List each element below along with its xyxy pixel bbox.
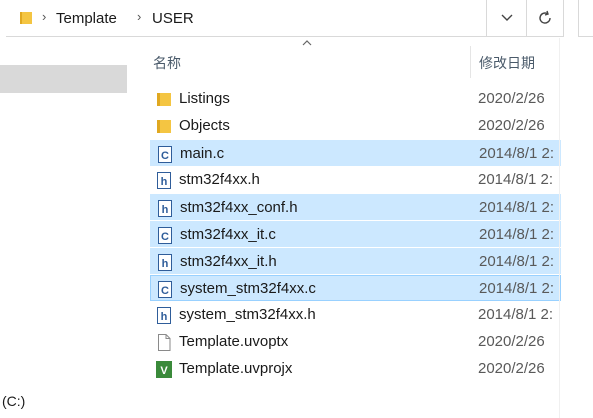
h-file-icon: h: [157, 254, 173, 271]
svg-text:h: h: [161, 311, 168, 323]
search-box[interactable]: [578, 0, 593, 37]
file-row[interactable]: h system_stm32f4xx.h 2014/8/1 2:: [150, 302, 561, 328]
file-name: system_stm32f4xx.c: [180, 280, 316, 297]
column-divider[interactable]: [470, 46, 471, 78]
file-name: stm32f4xx.h: [179, 171, 260, 188]
file-row[interactable]: Cstm32f4xx_it.c 2014/8/1 2:: [150, 221, 561, 247]
file-date: 2020/2/26: [478, 333, 545, 350]
chevron-right-icon[interactable]: ›: [42, 9, 46, 24]
breadcrumb-item-template[interactable]: Template: [56, 10, 117, 27]
c-file-icon: C: [157, 146, 173, 163]
file-row[interactable]: V Template.uvprojx 2020/2/26: [150, 356, 561, 382]
svg-text:h: h: [162, 204, 169, 216]
file-date: 2014/8/1 2:: [478, 306, 554, 323]
h-file-icon: h: [157, 200, 173, 217]
file-name: system_stm32f4xx.h: [179, 306, 316, 323]
column-header-name[interactable]: 名称: [153, 53, 181, 73]
file-name: main.c: [180, 145, 225, 162]
file-date: 2014/8/1 2:: [479, 226, 555, 243]
file-name: Objects: [179, 117, 230, 134]
file-name: Listings: [179, 90, 230, 107]
file-date: 2014/8/1 2:: [479, 253, 555, 270]
c-file-icon: C: [157, 281, 173, 298]
c-file-icon: C: [157, 227, 173, 244]
file-row[interactable]: Cmain.c 2014/8/1 2:: [150, 140, 561, 166]
address-bar: › Template › USER: [0, 0, 593, 38]
file-name: stm32f4xx_it.h: [180, 253, 277, 270]
file-date: 2020/2/26: [478, 360, 545, 377]
nav-item-drive-c[interactable]: (C:): [2, 393, 25, 409]
navigation-pane: (C:): [0, 38, 130, 418]
file-date: 2020/2/26: [478, 90, 545, 107]
file-name: stm32f4xx_it.c: [180, 226, 276, 243]
svg-text:C: C: [161, 231, 169, 243]
refresh-icon: [539, 10, 551, 24]
refresh-button[interactable]: [527, 0, 564, 37]
file-row[interactable]: Objects 2020/2/26: [150, 113, 561, 139]
file-date: 2014/8/1 2:: [479, 280, 555, 297]
file-date: 2014/8/1 2:: [479, 199, 555, 216]
file-row[interactable]: Csystem_stm32f4xx.c 2014/8/1 2:: [150, 275, 561, 301]
file-date: 2014/8/1 2:: [478, 171, 554, 188]
file-list: 名称 修改日期 Listings 2020/2/26 Objects 2020/2/2…: [130, 38, 593, 418]
pane-divider: [559, 38, 560, 418]
svg-text:h: h: [162, 258, 169, 270]
address-dropdown-button[interactable]: [487, 0, 527, 37]
sort-ascending-icon: [302, 40, 312, 46]
chevron-right-icon[interactable]: ›: [137, 9, 141, 24]
file-date: 2014/8/1 2:: [479, 145, 555, 162]
folder-icon: [156, 91, 172, 108]
file-row[interactable]: h stm32f4xx_it.h 2014/8/1 2:: [150, 248, 561, 274]
folder-icon: [20, 12, 32, 24]
breadcrumb[interactable]: › Template › USER: [6, 0, 487, 37]
breadcrumb-item-user[interactable]: USER: [152, 10, 194, 27]
nav-item-selected[interactable]: [0, 65, 127, 93]
svg-text:C: C: [161, 285, 169, 297]
file-row[interactable]: Listings 2020/2/26: [150, 86, 561, 112]
svg-text:C: C: [161, 150, 169, 162]
h-file-icon: h: [156, 307, 172, 324]
file-date: 2020/2/26: [478, 117, 545, 134]
column-header-modified[interactable]: 修改日期: [479, 53, 535, 73]
file-name: Template.uvoptx: [179, 333, 289, 350]
svg-text:h: h: [161, 176, 168, 188]
file-row[interactable]: h stm32f4xx_conf.h 2014/8/1 2:: [150, 194, 561, 220]
svg-text:V: V: [160, 365, 168, 377]
file-name: Template.uvprojx: [179, 360, 293, 377]
file-icon: [156, 334, 172, 351]
uvision-project-icon: V: [156, 361, 172, 378]
file-row[interactable]: h stm32f4xx.h 2014/8/1 2:: [150, 167, 561, 193]
chevron-down-icon: [501, 14, 512, 21]
file-name: stm32f4xx_conf.h: [180, 199, 298, 216]
file-row[interactable]: Template.uvoptx 2020/2/26: [150, 329, 561, 355]
folder-icon: [156, 118, 172, 135]
h-file-icon: h: [156, 172, 172, 189]
